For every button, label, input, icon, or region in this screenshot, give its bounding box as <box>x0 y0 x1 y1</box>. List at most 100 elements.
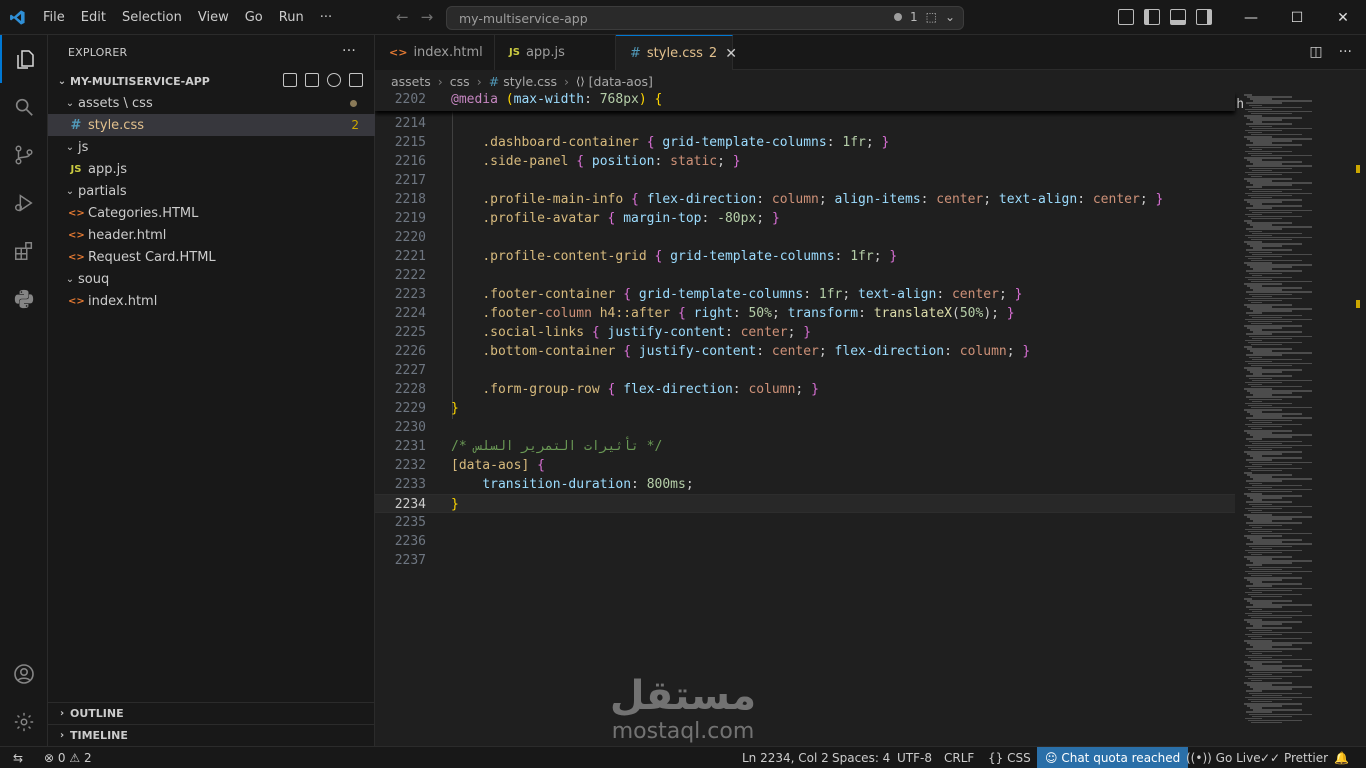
new-file-icon[interactable] <box>283 73 297 87</box>
menu-view[interactable]: View <box>190 0 237 35</box>
tree-folder-assets-css[interactable]: ⌄ assets \ css <box>48 92 375 114</box>
sticky-scroll-line[interactable]: 2202 @media (max-width: 768px) { <box>375 92 1235 111</box>
line-number: 2225 <box>394 325 426 340</box>
remote-indicator-icon[interactable]: ⇆ <box>0 747 36 768</box>
toggle-primary-sidebar-icon[interactable] <box>1144 9 1160 25</box>
explorer-icon[interactable] <box>0 35 48 83</box>
code-line[interactable]: 2217 <box>375 171 1235 190</box>
tree-file-app-js[interactable]: JS app.js <box>48 158 375 180</box>
timeline-section[interactable]: › TIMELINE <box>48 724 375 746</box>
code-line[interactable]: 2233 transition-duration: 800ms; <box>375 475 1235 494</box>
code-line[interactable]: 2235 <box>375 513 1235 532</box>
maximize-icon[interactable]: ☐ <box>1274 0 1320 35</box>
customize-layout-icon[interactable] <box>1118 9 1134 25</box>
code-line[interactable]: 2232 [data-aos] { <box>375 456 1235 475</box>
code-line[interactable]: 2224 .footer-column h4::after { right: 5… <box>375 304 1235 323</box>
more-actions-icon[interactable]: ··· <box>342 43 356 59</box>
run-debug-icon[interactable] <box>0 179 48 227</box>
code-line[interactable]: 2225 .social-links { justify-content: ce… <box>375 323 1235 342</box>
problems-indicator[interactable]: ⊗ 0 ⚠ 2 <box>44 747 92 768</box>
breadcrumb-item[interactable]: [data-aos] <box>589 74 653 89</box>
tree-file-style-css[interactable]: # style.css 2 <box>48 114 375 136</box>
code-line[interactable]: 2220 <box>375 228 1235 247</box>
code-line[interactable]: 2219 .profile-avatar { margin-top: -80px… <box>375 209 1235 228</box>
command-center[interactable]: my-multiservice-app 1 ⬚ ⌄ <box>446 6 964 30</box>
menu-edit[interactable]: Edit <box>73 0 114 35</box>
code-line[interactable]: 2229} <box>375 399 1235 418</box>
unsaved-dot-icon <box>893 13 902 21</box>
new-folder-icon[interactable] <box>305 73 319 87</box>
tree-folder-partials[interactable]: ⌄ partials <box>48 180 375 202</box>
code-line[interactable]: 2237 <box>375 551 1235 570</box>
menu-selection[interactable]: Selection <box>114 0 190 35</box>
toggle-secondary-sidebar-icon[interactable] <box>1196 9 1212 25</box>
close-tab-icon[interactable]: ✕ <box>725 46 737 62</box>
notifications-bell-icon[interactable]: 🔔 <box>1334 747 1349 768</box>
python-icon[interactable] <box>0 275 48 323</box>
toggle-panel-icon[interactable] <box>1170 9 1186 25</box>
outline-section[interactable]: › OUTLINE <box>48 702 375 724</box>
tree-file-header-html[interactable]: <> header.html <box>48 224 375 246</box>
close-window-icon[interactable]: ✕ <box>1320 0 1366 35</box>
forward-arrow-icon[interactable]: → <box>421 8 434 26</box>
code-line[interactable]: 2215 .dashboard-container { grid-templat… <box>375 133 1235 152</box>
line-number: 2231 <box>394 439 426 454</box>
chat-quota-status[interactable]: ☺ Chat quota reached <box>1037 747 1189 768</box>
code-line[interactable]: 2216 .side-panel { position: static; } <box>375 152 1235 171</box>
end-of-line[interactable]: CRLF <box>944 747 974 768</box>
go-live-button[interactable]: ((•)) Go Live <box>1186 747 1261 768</box>
tab-index-html[interactable]: <> index.html <box>375 35 495 70</box>
code-line[interactable]: 2218 .profile-main-info { flex-direction… <box>375 190 1235 209</box>
breadcrumb-item[interactable]: assets <box>391 74 431 89</box>
back-arrow-icon[interactable]: ← <box>396 8 409 26</box>
collapse-all-icon[interactable] <box>349 73 363 87</box>
source-control-icon[interactable] <box>0 131 48 179</box>
breadcrumb-item[interactable]: css <box>450 74 470 89</box>
extensions-icon[interactable] <box>0 227 48 275</box>
tab-style-css[interactable]: # style.css 2 ✕ <box>616 35 737 71</box>
chevron-down-icon[interactable]: ⌄ <box>945 10 955 24</box>
cursor-position[interactable]: Ln 2234, Col 2 <box>742 747 829 768</box>
menu-run[interactable]: Run <box>271 0 312 35</box>
refresh-icon[interactable] <box>327 73 341 87</box>
settings-gear-icon[interactable] <box>0 698 48 746</box>
workspace-root[interactable]: ⌄ MY-MULTISERVICE-APP <box>48 70 375 92</box>
code-line[interactable]: 2223 .footer-container { grid-template-c… <box>375 285 1235 304</box>
more-actions-icon[interactable]: ··· <box>1339 44 1352 60</box>
tree-file-categories-html[interactable]: <> Categories.HTML <box>48 202 375 224</box>
code-line[interactable]: 2221 .profile-content-grid { grid-templa… <box>375 247 1235 266</box>
code-line[interactable]: 2227 <box>375 361 1235 380</box>
code-line[interactable]: 2234} <box>375 494 1235 513</box>
tree-file-request-card-html[interactable]: <> Request Card.HTML <box>48 246 375 268</box>
code-editor[interactable]: 2213 .location-box { border: none; borde… <box>375 92 1366 746</box>
menu-file[interactable]: File <box>35 0 73 35</box>
code-line[interactable]: 2236 <box>375 532 1235 551</box>
chat-quota-label: Chat quota reached <box>1061 751 1181 765</box>
split-editor-icon[interactable]: ◫ <box>1309 44 1322 60</box>
tab-app-js[interactable]: JS app.js <box>495 35 616 70</box>
prettier-status[interactable]: ✓✓ Prettier <box>1260 747 1328 768</box>
account-icon[interactable] <box>0 650 48 698</box>
line-number: 2232 <box>394 458 426 473</box>
navigation-arrows: ← → <box>396 8 433 26</box>
code-line[interactable]: 2214 <box>375 114 1235 133</box>
minimap[interactable] <box>1238 92 1348 746</box>
code-line[interactable]: 2226 .bottom-container { justify-content… <box>375 342 1235 361</box>
copilot-icon[interactable]: ⬚ <box>926 10 937 24</box>
code-line[interactable]: 2230 <box>375 418 1235 437</box>
encoding[interactable]: UTF-8 <box>897 747 932 768</box>
language-mode[interactable]: {} CSS <box>988 747 1031 768</box>
menu-more[interactable]: ··· <box>312 0 340 35</box>
tree-file-index-html[interactable]: <> index.html <box>48 290 375 312</box>
code-line[interactable]: 2228 .form-group-row { flex-direction: c… <box>375 380 1235 399</box>
search-icon[interactable] <box>0 83 48 131</box>
code-line[interactable]: 2231 /* تأثيرات التمرير السلس */ <box>375 437 1235 456</box>
minimize-icon[interactable]: — <box>1228 0 1274 35</box>
line-number: 2228 <box>394 382 426 397</box>
tree-folder-souq[interactable]: ⌄ souq <box>48 268 375 290</box>
code-line[interactable]: 2222 <box>375 266 1235 285</box>
tree-folder-js[interactable]: ⌄ js <box>48 136 375 158</box>
indentation[interactable]: Spaces: 4 <box>832 747 890 768</box>
breadcrumb-item[interactable]: style.css <box>503 74 557 89</box>
menu-go[interactable]: Go <box>237 0 271 35</box>
